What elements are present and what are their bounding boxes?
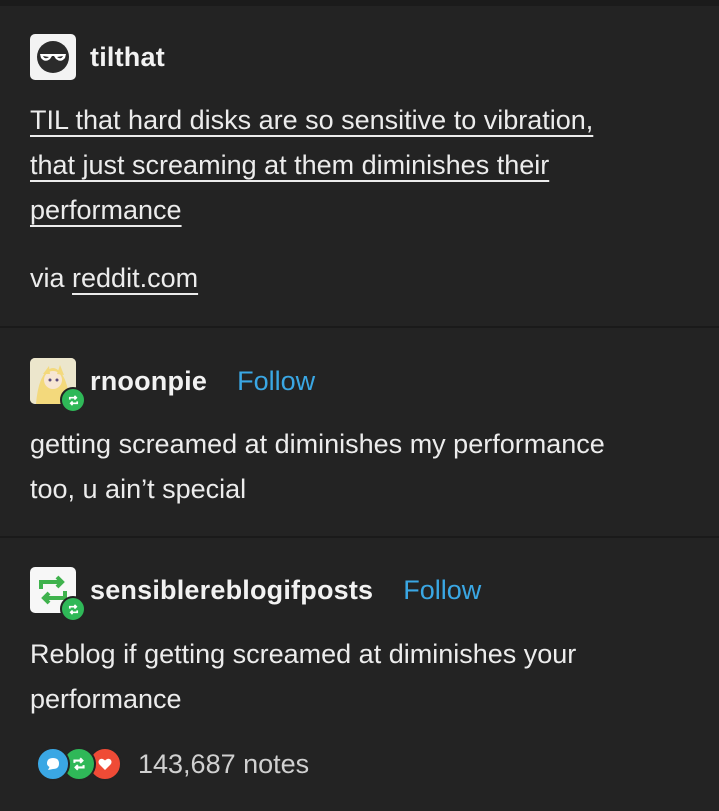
avatar-rnoonpie[interactable] xyxy=(30,358,86,413)
post-body: Reblog if getting screamed at diminishes… xyxy=(30,632,576,722)
notes-count[interactable]: 143,687 notes xyxy=(138,749,309,780)
source-link[interactable]: reddit.com xyxy=(72,263,198,293)
post-title-link[interactable]: TIL that hard disks are so sensitive to … xyxy=(30,105,593,135)
username-tilthat[interactable]: tilthat xyxy=(90,42,165,73)
post-header: rnoonpie Follow xyxy=(30,358,315,413)
post-header: sensiblereblogifposts Follow xyxy=(30,567,481,622)
avatar-sensiblereblogifposts[interactable] xyxy=(30,567,86,622)
post-title-link[interactable]: that just screaming at them diminishes t… xyxy=(30,150,549,180)
body-line: Reblog if getting screamed at diminishes… xyxy=(30,639,577,669)
username-sensiblereblogifposts[interactable]: sensiblereblogifposts xyxy=(90,575,373,606)
avatar-tilthat[interactable] xyxy=(30,34,76,80)
follow-button[interactable]: Follow xyxy=(403,575,481,606)
top-separator xyxy=(0,0,719,6)
username-rnoonpie[interactable]: rnoonpie xyxy=(90,366,207,397)
post-header: tilthat xyxy=(30,34,165,80)
follow-button[interactable]: Follow xyxy=(237,366,315,397)
body-line: getting screamed at diminishes my perfor… xyxy=(30,429,605,459)
post-body: TIL that hard disks are so sensitive to … xyxy=(30,98,593,233)
reblog-badge-icon xyxy=(60,387,86,413)
post-divider xyxy=(0,326,719,328)
via-label: via xyxy=(30,263,65,293)
body-line: too, u ain’t special xyxy=(30,474,247,504)
body-line: performance xyxy=(30,684,182,714)
post-body: getting screamed at diminishes my perfor… xyxy=(30,422,605,512)
source-line: via reddit.com xyxy=(30,256,198,301)
post-title-link[interactable]: performance xyxy=(30,195,182,225)
sunglasses-face-icon xyxy=(37,41,69,73)
post-divider xyxy=(0,536,719,538)
reblog-badge-icon xyxy=(60,596,86,622)
notes-row: 143,687 notes xyxy=(36,747,309,781)
reply-icon xyxy=(36,747,70,781)
